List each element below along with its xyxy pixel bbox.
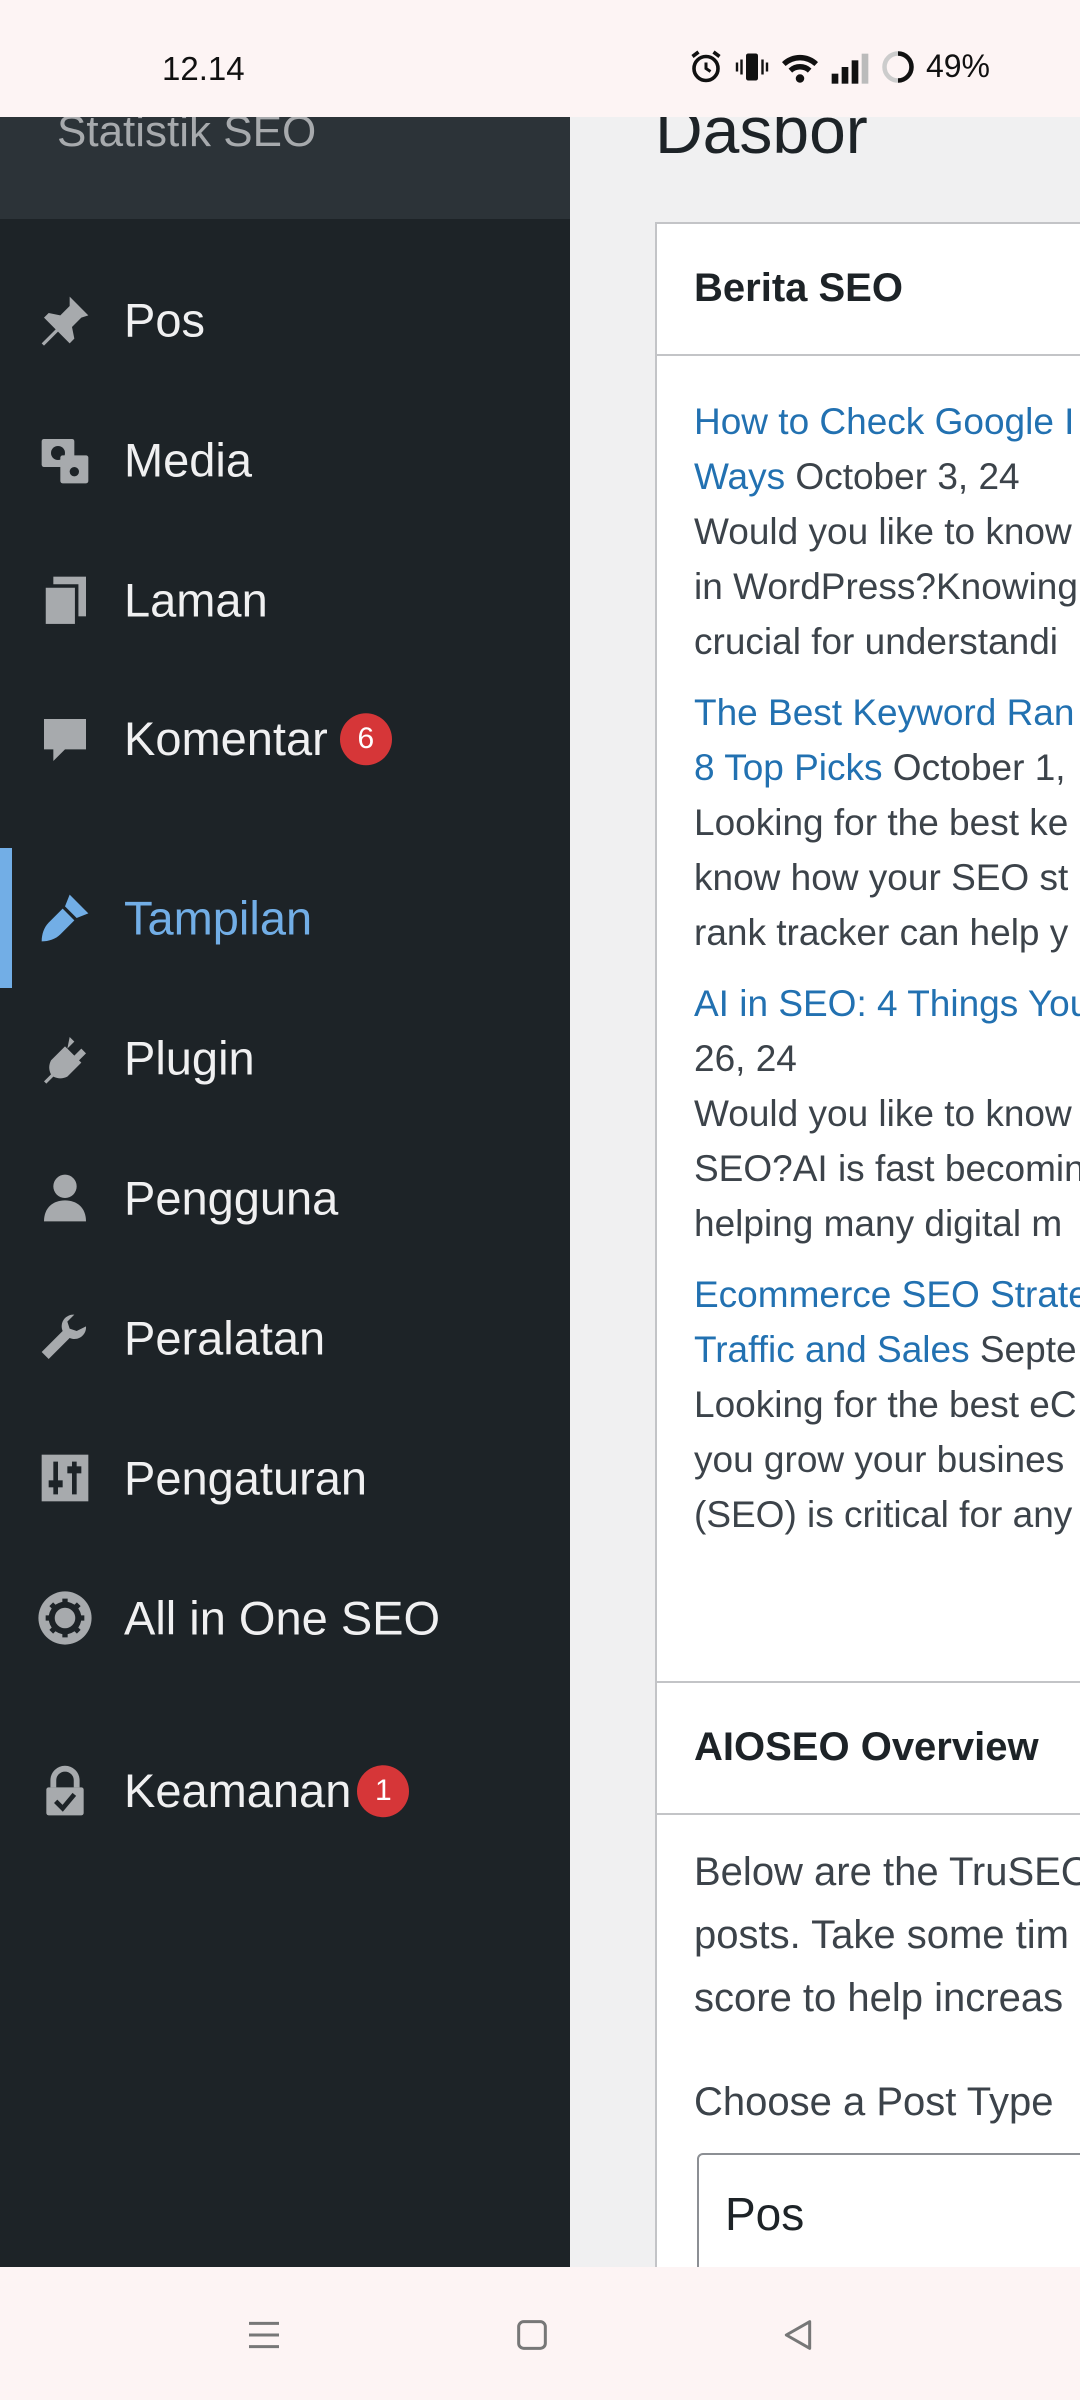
- sidebar-item-label: Laman: [124, 573, 268, 627]
- news-date: October 3, 24: [785, 456, 1020, 497]
- page-title: Dasbor: [655, 117, 868, 167]
- sidebar-item-label: Pos: [124, 293, 205, 347]
- sidebar-submenu-label[interactable]: Statistik SEO: [57, 117, 316, 157]
- card-title: Berita SEO: [694, 266, 903, 310]
- news-excerpt: you grow your busines: [694, 1439, 1065, 1480]
- news-excerpt: SEO?AI is fast becomin: [694, 1148, 1080, 1189]
- sidebar-item-label: Keamanan: [124, 1764, 352, 1818]
- home-button[interactable]: [508, 2311, 556, 2359]
- battery-level: 49%: [925, 48, 990, 84]
- sidebar-item-tampilan[interactable]: Tampilan: [0, 853, 570, 983]
- sidebar-item-label: Tampilan: [124, 891, 313, 945]
- sidebar-item-all-in-one-seo[interactable]: All in One SEO: [0, 1553, 570, 1683]
- back-button[interactable]: [774, 2311, 822, 2359]
- card-header: AIOSEO Overview: [657, 1683, 1080, 1815]
- overview-description: Below are the TruSEO posts. Take some ti…: [694, 1841, 1080, 2030]
- news-excerpt: crucial for understandi: [694, 621, 1059, 662]
- main-content: Dasbor Berita SEO How to Check Google I …: [570, 117, 1080, 2267]
- wrench-icon: [36, 1309, 94, 1367]
- sidebar-item-label: All in One SEO: [124, 1591, 441, 1645]
- post-type-value: Pos: [725, 2188, 805, 2240]
- pages-icon: [36, 571, 94, 629]
- news-excerpt: helping many digital m: [694, 1203, 1063, 1244]
- news-excerpt: (SEO) is critical for any: [694, 1494, 1073, 1535]
- sidebar-item-keamanan[interactable]: Keamanan 1: [0, 1727, 570, 1857]
- lock-icon: [36, 1763, 94, 1821]
- battery-icon: [880, 49, 916, 85]
- card-title: AIOSEO Overview: [694, 1725, 1039, 1769]
- news-item: AI in SEO: 4 Things You 26, 24 Would you…: [694, 976, 1080, 1251]
- settings-sliders-icon: [36, 1449, 94, 1507]
- user-icon: [36, 1169, 94, 1227]
- news-excerpt: Would you like to know: [694, 1093, 1072, 1134]
- news-link[interactable]: Ecommerce SEO Strate: [694, 1274, 1080, 1315]
- recents-button[interactable]: [240, 2311, 288, 2359]
- admin-sidebar: Statistik SEO Pos Media Laman Komentar 6 …: [0, 117, 570, 2267]
- overview-text-line: Below are the TruSEO: [694, 1850, 1080, 1894]
- signal-icon: [830, 50, 870, 84]
- aioseo-gear-icon: [36, 1589, 94, 1647]
- news-item: How to Check Google I Ways October 3, 24…: [694, 394, 1080, 669]
- news-date: Septe: [969, 1329, 1077, 1370]
- sidebar-item-label: Plugin: [124, 1031, 255, 1085]
- sidebar-item-pengguna[interactable]: Pengguna: [0, 1133, 570, 1263]
- news-excerpt: Looking for the best ke: [694, 802, 1069, 843]
- wifi-icon: [780, 49, 820, 85]
- vibrate-icon: [734, 49, 770, 85]
- news-link[interactable]: AI in SEO: 4 Things You: [694, 983, 1080, 1024]
- alarm-icon: [688, 49, 724, 85]
- news-date: October 1,: [882, 747, 1066, 788]
- sidebar-item-peralatan[interactable]: Peralatan: [0, 1273, 570, 1403]
- sidebar-item-pengaturan[interactable]: Pengaturan: [0, 1413, 570, 1543]
- sidebar-item-label: Pengaturan: [124, 1451, 368, 1505]
- post-type-label: Choose a Post Type: [694, 2080, 1054, 2124]
- comment-icon: [36, 711, 94, 769]
- news-excerpt: know how your SEO st: [694, 857, 1069, 898]
- sidebar-item-pos[interactable]: Pos: [0, 255, 570, 385]
- media-icon: [36, 431, 94, 489]
- comment-count-badge: 6: [339, 712, 392, 765]
- news-excerpt: Looking for the best eC: [694, 1384, 1077, 1425]
- post-type-select[interactable]: Pos: [697, 2153, 1080, 2267]
- news-link[interactable]: 8 Top Picks: [694, 747, 883, 788]
- sidebar-item-komentar[interactable]: Komentar 6: [0, 675, 570, 805]
- news-link[interactable]: Ways: [694, 456, 785, 497]
- news-date: 26, 24: [694, 1038, 797, 1079]
- system-nav-bar: [0, 2267, 1080, 2400]
- news-link[interactable]: The Best Keyword Ran: [694, 692, 1074, 733]
- news-item: The Best Keyword Ran 8 Top Picks October…: [694, 685, 1080, 960]
- status-time: 12.14: [162, 50, 245, 87]
- aioseo-overview-card: AIOSEO Overview Below are the TruSEO pos…: [655, 1681, 1080, 2267]
- news-link[interactable]: How to Check Google I: [694, 401, 1074, 442]
- seo-news-card: Berita SEO How to Check Google I Ways Oc…: [655, 222, 1080, 1736]
- sidebar-submenu-header[interactable]: Statistik SEO: [0, 117, 570, 219]
- news-excerpt: Would you like to know: [694, 511, 1072, 552]
- brush-icon: [36, 889, 94, 947]
- sidebar-item-label: Peralatan: [124, 1311, 326, 1365]
- news-excerpt: rank tracker can help y: [694, 912, 1069, 953]
- sidebar-item-label: Komentar: [124, 712, 328, 766]
- news-excerpt: in WordPress?Knowing: [694, 566, 1078, 607]
- overview-text-line: score to help increas: [694, 1976, 1064, 2020]
- sidebar-item-plugin[interactable]: Plugin: [0, 993, 570, 1123]
- news-link[interactable]: Traffic and Sales: [694, 1329, 970, 1370]
- sidebar-item-media[interactable]: Media: [0, 395, 570, 525]
- security-count-badge: 1: [357, 1764, 410, 1817]
- news-item: Ecommerce SEO Strate Traffic and Sales S…: [694, 1267, 1080, 1542]
- status-icons: 49%: [688, 48, 990, 85]
- plugin-icon: [36, 1029, 94, 1087]
- overview-text-line: posts. Take some tim: [694, 1913, 1069, 1957]
- status-bar: 12.14 49%: [0, 0, 1080, 117]
- sidebar-item-label: Pengguna: [124, 1171, 339, 1225]
- sidebar-item-laman[interactable]: Laman: [0, 535, 570, 665]
- card-header: Berita SEO: [657, 224, 1080, 356]
- sidebar-item-label: Media: [124, 433, 253, 487]
- pin-icon: [36, 291, 94, 349]
